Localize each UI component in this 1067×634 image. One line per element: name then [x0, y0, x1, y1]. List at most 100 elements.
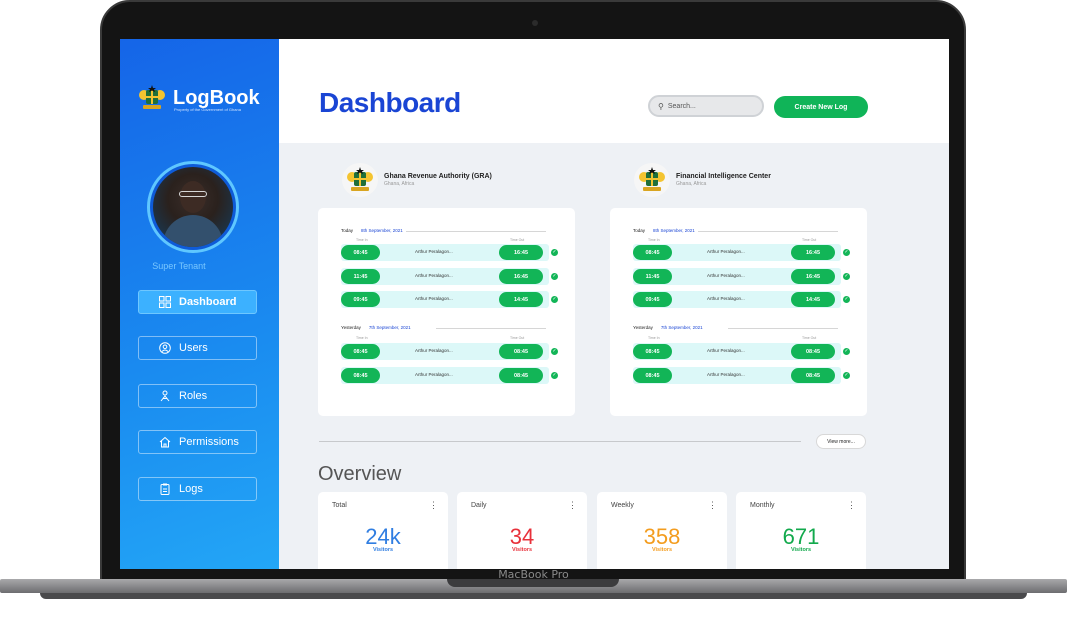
check-icon: ✓ [843, 296, 850, 303]
visitor-name: Arthur Peralagon... [707, 249, 745, 254]
table-row[interactable]: 08:45 Arthur Peralagon... 08:45 ✓ [341, 343, 558, 360]
divider [436, 328, 546, 329]
ghana-coat-of-arms-icon [139, 85, 165, 109]
day-header: Today 8th September, 2021 [633, 228, 695, 233]
time-in-badge: 08:45 [633, 368, 672, 383]
time-in-badge: 09:45 [341, 292, 380, 307]
time-out-badge: 16:45 [791, 269, 835, 284]
sidebar-item-label: Users [179, 342, 208, 354]
visitor-name: Arthur Peralagon... [415, 348, 453, 353]
create-new-log-button[interactable]: Create New Log [774, 96, 868, 118]
sidebar-item-logs[interactable]: Logs [138, 477, 257, 501]
time-out-header: Time Out [802, 336, 817, 340]
agency-name: Ghana Revenue Authority (GRA) [384, 173, 492, 180]
stat-label: Daily [471, 502, 487, 509]
table-row[interactable]: 11:45 Arthur Peralagon... 16:45 ✓ [341, 268, 558, 285]
table-row[interactable]: 08:45 Arthur Peralagon... 16:45 ✓ [633, 244, 850, 261]
time-in-badge: 11:45 [341, 269, 380, 284]
device-label: MacBook Pro [498, 568, 569, 581]
check-icon: ✓ [551, 296, 558, 303]
log-card-gra: Today 8th September, 2021 Time In Time O… [318, 208, 575, 416]
visitor-name: Arthur Peralagon... [415, 249, 453, 254]
user-icon [159, 342, 171, 354]
stat-card-daily[interactable]: Daily ⋮ 34 Visitors [457, 492, 587, 569]
time-out-header: Time Out [510, 336, 525, 340]
search-input[interactable]: ⚲ Search... [648, 95, 764, 117]
more-vertical-icon[interactable]: ⋮ [847, 500, 856, 511]
view-more-button[interactable]: View more... [816, 434, 866, 449]
stat-unit: Visitors [372, 547, 394, 553]
divider [698, 231, 838, 232]
time-out-badge: 16:45 [499, 245, 543, 260]
visitor-name: Arthur Peralagon... [707, 372, 745, 377]
visitor-name: Arthur Peralagon... [707, 348, 745, 353]
sidebar-item-dashboard[interactable]: Dashboard [138, 290, 257, 314]
sidebar-item-permissions[interactable]: Permissions [138, 430, 257, 454]
more-vertical-icon[interactable]: ⋮ [568, 500, 577, 511]
sidebar-item-label: Dashboard [179, 296, 237, 308]
time-out-badge: 14:45 [791, 292, 835, 307]
agency-header-fic: Financial Intelligence Center Ghana, Afr… [634, 163, 771, 197]
check-icon: ✓ [843, 372, 850, 379]
time-in-header: Time In [648, 336, 660, 340]
header: Dashboard ⚲ Search... Create New Log [279, 39, 949, 143]
day-date: 8th September, 2021 [653, 228, 695, 233]
app-screen: LogBook Property of the Government of Gh… [120, 39, 949, 569]
day-header: Yesterday 7th September, 2021 [341, 325, 411, 330]
table-row[interactable]: 08:45 Arthur Peralagon... 08:45 ✓ [341, 367, 558, 384]
check-icon: ✓ [551, 348, 558, 355]
agency-name: Financial Intelligence Center [676, 173, 771, 180]
table-row[interactable]: 08:45 Arthur Peralagon... 08:45 ✓ [633, 367, 850, 384]
stat-card-total[interactable]: Total ⋮ 24k Visitors [318, 492, 448, 569]
time-out-badge: 08:45 [499, 368, 543, 383]
time-in-badge: 08:45 [633, 245, 672, 260]
sidebar-item-label: Logs [179, 483, 203, 495]
day-label: Today [633, 228, 646, 233]
sidebar-item-users[interactable]: Users [138, 336, 257, 360]
time-in-header: Time In [356, 238, 368, 242]
sidebar-item-label: Permissions [179, 436, 239, 448]
time-in-badge: 08:45 [341, 245, 380, 260]
stat-label: Monthly [750, 502, 775, 509]
divider [406, 231, 546, 232]
brand-subtitle: Property of the Government of Ghana [174, 107, 241, 112]
table-row[interactable]: 09:45 Arthur Peralagon... 14:45 ✓ [341, 291, 558, 308]
check-icon: ✓ [843, 249, 850, 256]
divider [319, 441, 801, 442]
table-row[interactable]: 09:45 Arthur Peralagon... 14:45 ✓ [633, 291, 850, 308]
check-icon: ✓ [551, 273, 558, 280]
stat-unit: Visitors [790, 547, 812, 553]
divider [728, 328, 838, 329]
time-out-badge: 16:45 [791, 245, 835, 260]
time-out-header: Time Out [510, 238, 525, 242]
more-vertical-icon[interactable]: ⋮ [429, 500, 438, 511]
sidebar-item-label: Roles [179, 390, 208, 402]
more-vertical-icon[interactable]: ⋮ [708, 500, 717, 511]
table-row[interactable]: 08:45 Arthur Peralagon... 08:45 ✓ [633, 343, 850, 360]
day-date: 8th September, 2021 [361, 228, 403, 233]
table-row[interactable]: 11:45 Arthur Peralagon... 16:45 ✓ [633, 268, 850, 285]
overview-title: Overview [318, 463, 402, 485]
table-row[interactable]: 08:45 Arthur Peralagon... 16:45 ✓ [341, 244, 558, 261]
check-icon: ✓ [551, 249, 558, 256]
agency-location: Ghana, Africa [384, 181, 415, 187]
stat-card-weekly[interactable]: Weekly ⋮ 358 Visitors [597, 492, 727, 569]
check-icon: ✓ [551, 372, 558, 379]
time-in-badge: 09:45 [633, 292, 672, 307]
sidebar: LogBook Property of the Government of Gh… [120, 39, 279, 569]
search-icon: ⚲ [658, 101, 664, 111]
stat-card-monthly[interactable]: Monthly ⋮ 671 Visitors [736, 492, 866, 569]
day-date: 7th September, 2021 [368, 325, 411, 330]
avatar[interactable] [147, 161, 239, 253]
day-label: Today [341, 228, 354, 233]
home-icon [159, 436, 171, 448]
visitor-name: Arthur Peralagon... [415, 372, 453, 377]
agency-location: Ghana, Africa [676, 181, 707, 187]
camera-icon [532, 20, 538, 26]
grid-icon [159, 296, 171, 308]
time-out-badge: 14:45 [499, 292, 543, 307]
ghana-coat-of-arms-icon [342, 163, 378, 197]
sidebar-item-roles[interactable]: Roles [138, 384, 257, 408]
time-in-header: Time In [648, 238, 660, 242]
time-in-header: Time In [356, 336, 368, 340]
